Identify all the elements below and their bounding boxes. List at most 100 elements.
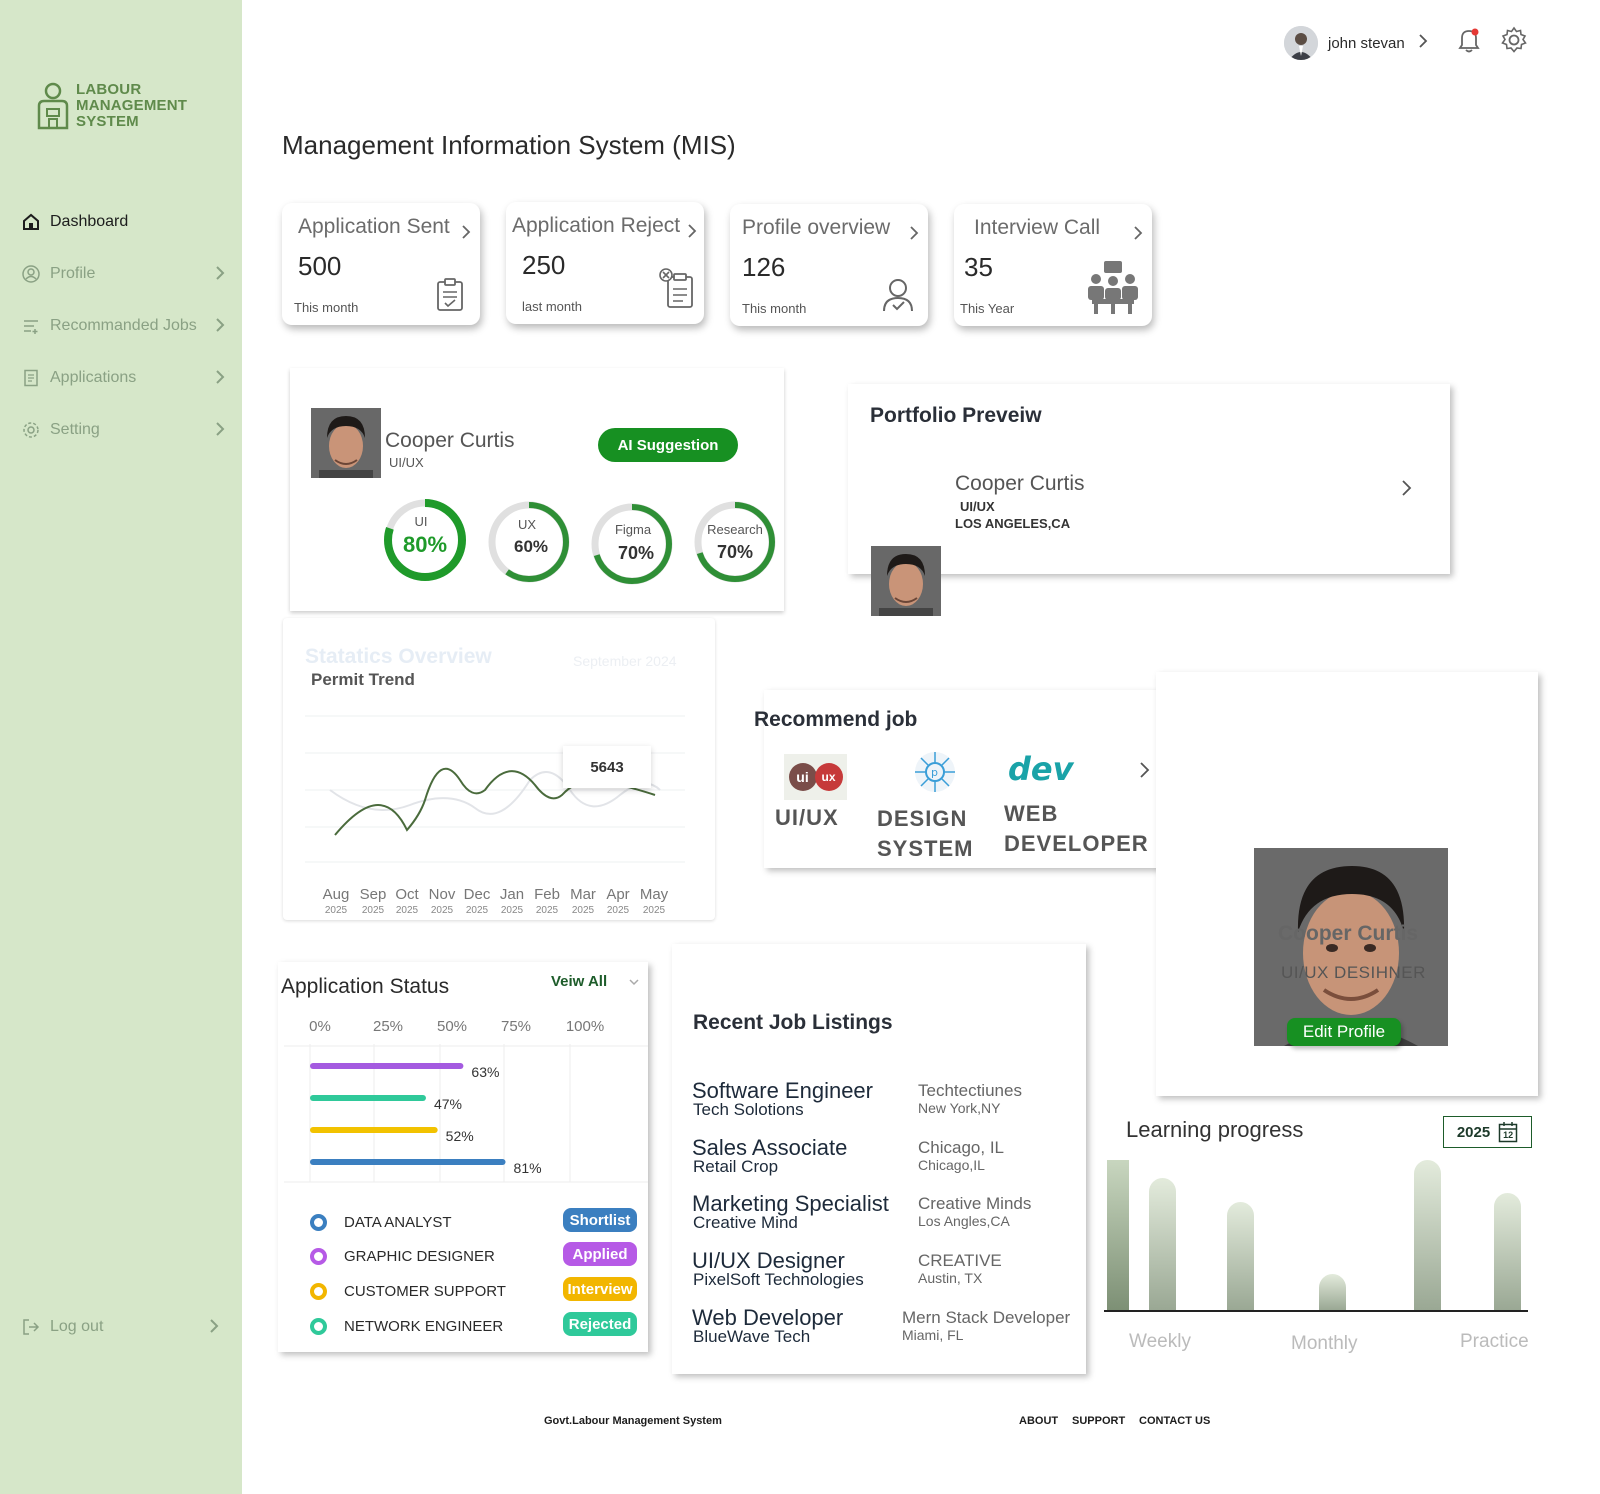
job-location-secondary: Chicago,IL	[918, 1157, 985, 1173]
stat-period: This Year	[960, 301, 1015, 316]
chevron-right-icon	[1417, 32, 1429, 54]
skill-value: 80%	[402, 532, 448, 557]
stat-value: 250	[522, 250, 566, 280]
progress-bar	[310, 1095, 426, 1101]
skill-value: 70%	[716, 542, 754, 562]
stat-card-profile-overview[interactable]: Profile overview 126 This month	[730, 204, 928, 326]
job-company: PixelSoft Technologies	[693, 1270, 864, 1289]
uiux-logo[interactable]: ui ux	[784, 754, 847, 800]
ai-suggestion-button[interactable]: AI Suggestion	[598, 428, 738, 462]
footer-contact-link[interactable]: CONTACT US	[1139, 1415, 1210, 1427]
logo-ux-text: ux	[814, 763, 843, 791]
progress-bar-label: 63%	[471, 1064, 499, 1080]
building-icon	[37, 82, 69, 130]
candidate-role: UI/UX	[389, 455, 424, 470]
document-icon	[20, 367, 42, 389]
view-all-dropdown[interactable]: Veiw All	[551, 973, 639, 990]
month-label: Aug	[322, 886, 350, 903]
year-label: 2025	[465, 905, 489, 916]
progress-bar-label: 81%	[514, 1160, 542, 1176]
sidebar-item-logout[interactable]: Log out	[20, 1313, 230, 1341]
chevron-right-icon[interactable]	[1138, 760, 1152, 785]
sidebar-item-applications[interactable]: Applications	[20, 364, 230, 392]
status-row[interactable]: NETWORK ENGINEER	[310, 1318, 503, 1335]
stat-card-application-sent[interactable]: Application Sent 500 This month	[282, 203, 480, 325]
design-system-logo[interactable]: p	[910, 748, 960, 801]
page-title: Management Information System (MIS)	[282, 130, 736, 160]
home-icon	[20, 211, 42, 233]
axis-tick-label: 75%	[500, 1018, 532, 1035]
stat-card-interview-call[interactable]: Interview Call 35 This Year	[954, 204, 1152, 326]
year-picker[interactable]: 2025 12	[1443, 1116, 1532, 1148]
job-name: GRAPHIC DESIGNER	[344, 1248, 495, 1265]
view-all-label: Veiw All	[551, 973, 608, 990]
status-row[interactable]: DATA ANALYST	[310, 1214, 452, 1231]
edit-profile-button[interactable]: Edit Profile	[1287, 1018, 1401, 1046]
footer-support-link[interactable]: SUPPORT	[1072, 1415, 1125, 1427]
status-row[interactable]: GRAPHIC DESIGNER	[310, 1248, 495, 1265]
status-dot-icon	[310, 1248, 327, 1265]
chevron-right-icon	[214, 368, 226, 391]
clipboard-reject-icon	[656, 267, 696, 316]
recent-jobs-title: Recent Job Listings	[693, 1011, 893, 1034]
learning-bar	[1494, 1193, 1521, 1310]
month-label: Jan	[499, 886, 525, 903]
bell-icon[interactable]	[1456, 26, 1482, 59]
brand-line-3: SYSTEM	[76, 113, 139, 130]
axis-tick-label: 50%	[436, 1018, 468, 1035]
clipboard-check-icon	[436, 278, 464, 317]
stat-card-application-reject[interactable]: Application Reject 250 last month	[506, 202, 704, 324]
statistics-title: Statatics Overview	[305, 645, 492, 668]
portfolio-role: UI/UX	[960, 499, 995, 514]
job-location-primary: Creative Minds	[918, 1194, 1032, 1213]
recommend-item-design-system[interactable]: DESIGN SYSTEM	[877, 804, 973, 864]
stat-period: This month	[294, 300, 359, 315]
job-location-primary: Techtectiunes	[918, 1081, 1022, 1100]
month-label: Dec	[463, 886, 491, 903]
year-picker-value: 2025	[1456, 1123, 1491, 1141]
chevron-down-icon	[629, 973, 639, 990]
status-badge: Rejected	[563, 1312, 637, 1336]
user-menu[interactable]: john stevan	[1284, 26, 1429, 60]
recommend-title: Recommend job	[754, 708, 918, 731]
gear-icon[interactable]	[1500, 26, 1528, 59]
list-add-icon	[20, 315, 42, 337]
stat-value: 35	[964, 252, 993, 282]
chevron-right-icon	[208, 1317, 220, 1340]
job-location-secondary: Los Angles,CA	[918, 1213, 1010, 1229]
recommend-item-web-developer[interactable]: WEB DEVELOPER	[1004, 799, 1149, 859]
recommend-item-label: DESIGN	[877, 806, 968, 831]
job-name: CUSTOMER SUPPORT	[344, 1283, 506, 1300]
recommend-item-label: WEB	[1004, 801, 1059, 826]
status-row[interactable]: CUSTOMER SUPPORT	[310, 1283, 506, 1300]
learning-label-weekly: Weekly	[1129, 1331, 1191, 1352]
job-company: BlueWave Tech	[693, 1327, 811, 1346]
status-dot-icon	[310, 1214, 327, 1231]
chevron-right-icon	[214, 316, 226, 339]
progress-bar	[310, 1127, 438, 1133]
sidebar-item-setting[interactable]: Setting	[20, 416, 230, 444]
chevron-right-icon	[908, 224, 920, 247]
status-badge: Applied	[563, 1242, 637, 1266]
progress-bar	[310, 1159, 506, 1165]
year-label: 2025	[642, 905, 666, 916]
status-badge: Shortlist	[563, 1208, 637, 1232]
year-label: 2025	[606, 905, 630, 916]
brand-logo[interactable]: LABOUR MANAGEMENT SYSTEM	[36, 82, 187, 130]
sidebar-item-dashboard[interactable]: Dashboard	[20, 208, 230, 236]
sidebar-item-recommended-jobs[interactable]: Recommanded Jobs	[20, 312, 230, 340]
job-location-secondary: Miami, FL	[902, 1327, 964, 1343]
recommend-item-uiux[interactable]: UI/UX	[775, 805, 839, 831]
sidebar-item-profile[interactable]: Profile	[20, 260, 230, 288]
stat-title: Interview Call	[974, 216, 1101, 239]
footer-about-link[interactable]: ABOUT	[1019, 1415, 1058, 1427]
recommend-item-label: DEVELOPER	[1004, 831, 1149, 856]
user-name: john stevan	[1328, 34, 1405, 52]
chevron-right-icon[interactable]	[1400, 478, 1414, 503]
logo-ui-text: ui	[788, 763, 817, 791]
job-location-secondary: New York,NY	[918, 1100, 1001, 1116]
stat-period: last month	[522, 299, 582, 314]
statistics-date: September 2024	[573, 653, 677, 669]
dev-logo[interactable]: dev	[1008, 750, 1073, 788]
permit-trend-chart	[305, 715, 685, 863]
